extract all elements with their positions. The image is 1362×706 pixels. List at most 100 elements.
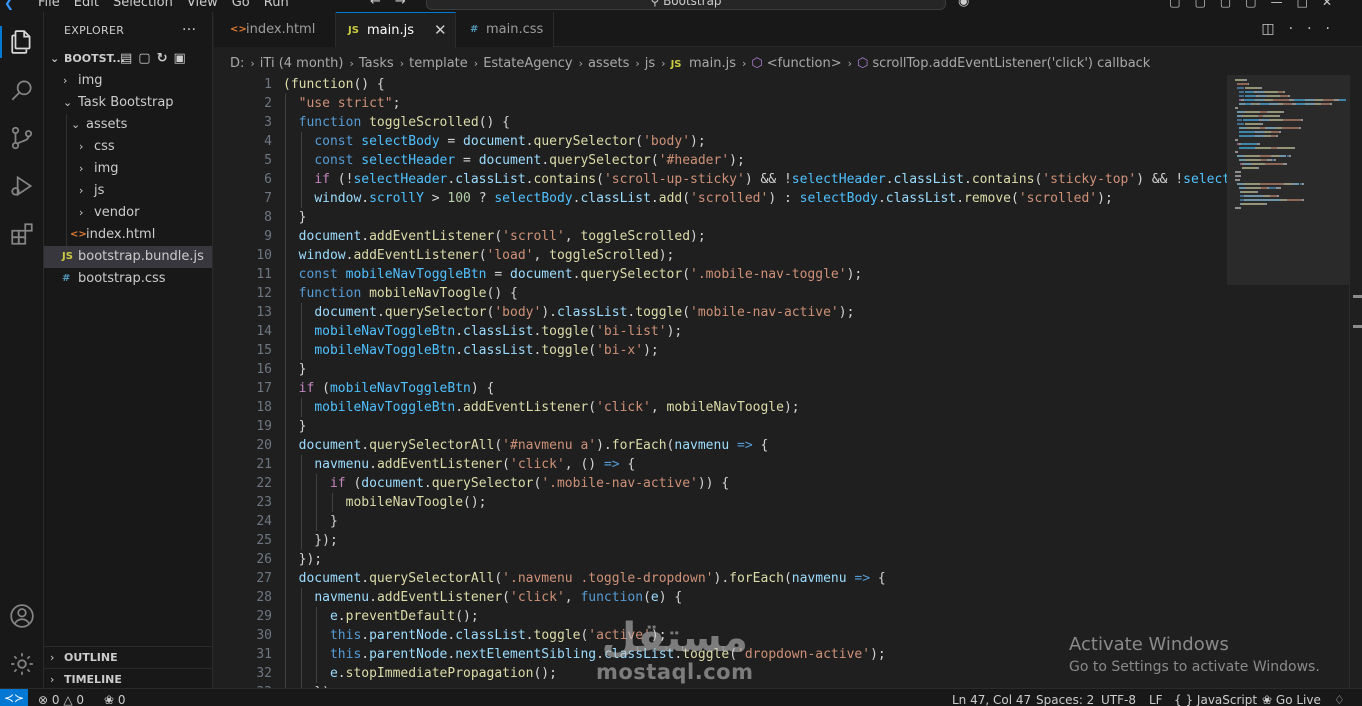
explorer-actions[interactable]: ▤▢↻▣: [120, 48, 192, 70]
folder-item[interactable]: › css: [44, 136, 212, 158]
menu-file[interactable]: File: [38, 0, 60, 11]
js-file-icon: JS: [62, 251, 73, 262]
new-file-icon[interactable]: ▤: [120, 51, 138, 66]
minimap-code-line: [1237, 119, 1242, 121]
layout-control-icons[interactable]: ▢▢▢▢—□✕: [1169, 0, 1346, 9]
source-control-icon[interactable]: [0, 116, 44, 160]
code-editor[interactable]: 1 2 3 4 5 6 7 8 9 10 11 12 13 14 15 16 17 18 19 20 21 22 23 24 2…: [214, 75, 1227, 688]
minimap-code-line: [1241, 143, 1257, 145]
new-folder-icon[interactable]: ▢: [138, 51, 156, 66]
js-file-icon: JS: [670, 59, 685, 70]
notifications-bell-icon[interactable]: ♢: [1334, 689, 1345, 706]
nav-back-forward-icons[interactable]: ←→: [370, 0, 420, 9]
copilot-icon[interactable]: ◉˅: [958, 0, 976, 9]
code-token: addEventListener: [369, 229, 495, 244]
cursor-position[interactable]: Ln 47, Col 47: [952, 689, 1031, 706]
minimap-code-line: [1235, 79, 1243, 81]
minimap-code-line: [1267, 127, 1275, 129]
workspace-root[interactable]: ⌄ BOOTST... ▤▢↻▣: [44, 48, 212, 70]
minimap[interactable]: [1227, 75, 1349, 688]
code-token: mobileNavToggleBtn: [314, 400, 456, 415]
code-line: }: [283, 360, 1227, 379]
folder-item[interactable]: › img: [44, 70, 212, 92]
extensions-icon[interactable]: [0, 212, 44, 256]
refresh-icon[interactable]: ↻: [157, 51, 174, 66]
more-actions-icon[interactable]: ···: [1289, 21, 1344, 37]
breadcrumb-item[interactable]: Tasks: [359, 56, 394, 71]
minimap-code-line: [1301, 119, 1303, 121]
end-of-line[interactable]: LF: [1149, 689, 1163, 706]
folder-item[interactable]: › img: [44, 158, 212, 180]
more-actions-icon[interactable]: ···: [182, 22, 196, 38]
minimap-slider[interactable]: [1227, 75, 1349, 285]
collapse-all-icon[interactable]: ▣: [174, 51, 192, 66]
code-token: (: [588, 343, 597, 358]
breadcrumb-item[interactable]: D:: [230, 56, 244, 71]
breadcrumb-item[interactable]: template: [409, 56, 468, 71]
line-number: 4: [264, 134, 272, 149]
breadcrumb-item[interactable]: assets: [588, 56, 629, 71]
menu-edit[interactable]: Edit: [74, 0, 99, 11]
code-token: {: [752, 438, 769, 453]
encoding[interactable]: UTF-8: [1101, 689, 1136, 706]
tab-main-css[interactable]: # main.css: [456, 12, 554, 47]
folder-item[interactable]: ⌄ Task Bootstrap: [44, 92, 212, 114]
account-icon[interactable]: [0, 594, 44, 638]
vscode-logo-icon[interactable]: ❮: [4, 0, 20, 10]
minimap-code-line: [1269, 111, 1282, 113]
code-token: navmenu: [314, 590, 370, 605]
folder-item[interactable]: › vendor: [44, 202, 212, 224]
timeline-section[interactable]: › TIMELINE: [44, 668, 212, 688]
explorer-icon[interactable]: [0, 20, 44, 64]
minimap-code-line: [1293, 183, 1299, 185]
code-token: .: [455, 400, 464, 415]
code-token: (: [502, 590, 510, 605]
breadcrumb-item[interactable]: main.js: [689, 56, 736, 71]
line-number: 13: [256, 305, 272, 320]
breadcrumb-item[interactable]: <function>: [767, 56, 842, 71]
command-center-search[interactable]: ⚲ Bootstrap: [426, 0, 946, 10]
ports-indicator[interactable]: ❀ 0: [104, 689, 126, 706]
file-item[interactable]: # bootstrap.css: [44, 268, 212, 290]
menu-selection[interactable]: Selection: [113, 0, 173, 11]
menu-view[interactable]: View: [187, 0, 218, 11]
code-token: (: [650, 153, 659, 168]
line-number: 7: [264, 191, 272, 206]
code-token: classList: [580, 191, 651, 206]
folder-item[interactable]: ⌄ assets: [44, 114, 212, 136]
close-icon[interactable]: ✕: [434, 13, 447, 48]
file-item[interactable]: JS bootstrap.bundle.js: [44, 246, 212, 268]
settings-gear-icon[interactable]: [0, 642, 44, 686]
line-number: 23: [256, 495, 272, 510]
indentation[interactable]: Spaces: 2: [1036, 689, 1094, 706]
remote-indicator-icon[interactable]: ≺≻: [0, 689, 28, 706]
go-live-button[interactable]: ❀ Go Live: [1262, 689, 1321, 706]
indent-guide: [300, 398, 302, 417]
language-mode[interactable]: { } JavaScript: [1174, 689, 1257, 706]
file-item[interactable]: <> index.html: [44, 224, 212, 246]
editor-actions[interactable]: ◫···: [1261, 12, 1344, 47]
menu-go[interactable]: Go: [232, 0, 250, 11]
language-label: JavaScript: [1196, 693, 1258, 706]
code-token: ) && !: [1136, 172, 1184, 187]
code-token: ).: [713, 571, 730, 586]
code-content[interactable]: (function() { "use strict"; function tog…: [283, 75, 1227, 688]
breadcrumb-item[interactable]: EstateAgency: [483, 56, 572, 71]
menu-run[interactable]: Run: [264, 0, 289, 11]
vertical-scrollbar[interactable]: [1349, 75, 1362, 688]
chevron-down-icon: ⌄: [50, 52, 60, 65]
search-icon[interactable]: [0, 68, 44, 112]
breadcrumb-item[interactable]: scrollTop.addEventListener('click') call…: [872, 56, 1150, 71]
minimap-code-line: [1239, 135, 1255, 137]
tab-index-html[interactable]: <> index.html: [214, 12, 336, 47]
split-editor-icon[interactable]: ◫: [1261, 21, 1288, 37]
folder-item[interactable]: › js: [44, 180, 212, 202]
code-token: window: [314, 191, 362, 206]
run-debug-icon[interactable]: [0, 164, 44, 208]
breadcrumb-item[interactable]: js: [645, 56, 655, 71]
code-token: '.mobile-nav-active': [541, 476, 698, 491]
breadcrumb-item[interactable]: iTi (4 month): [260, 56, 344, 71]
problems-indicator[interactable]: ⊗ 0 △ 0: [38, 689, 84, 706]
outline-section[interactable]: › OUTLINE: [44, 646, 212, 668]
tab-main-js[interactable]: JS main.js ✕: [336, 12, 456, 48]
